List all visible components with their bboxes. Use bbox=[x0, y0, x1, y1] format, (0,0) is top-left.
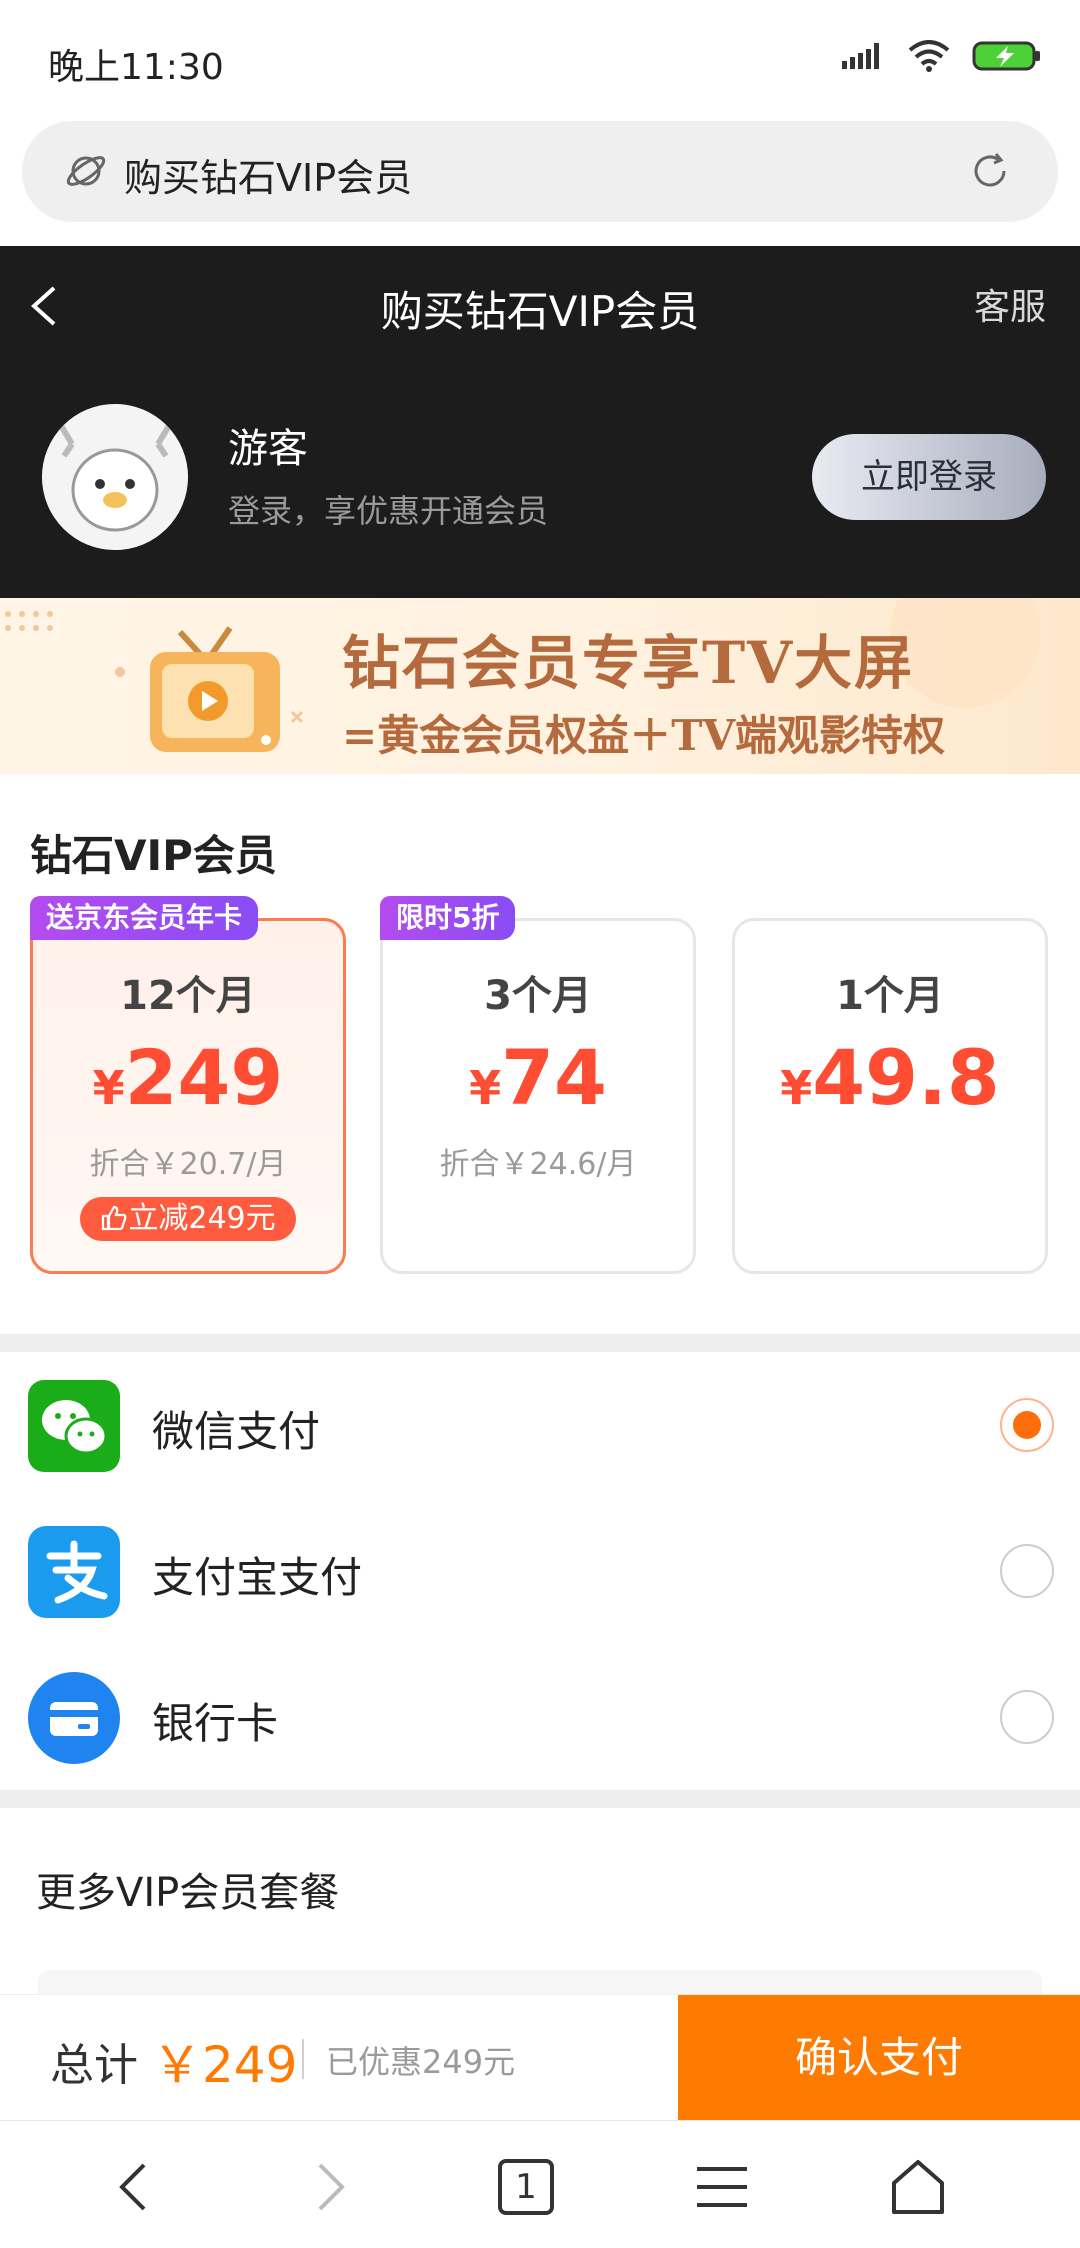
plan-discount-pill: 立减249元 bbox=[80, 1197, 296, 1241]
currency-symbol: ¥ bbox=[780, 1061, 813, 1115]
confirm-payment-button[interactable]: 确认支付 bbox=[678, 1995, 1080, 2121]
reload-icon[interactable] bbox=[970, 151, 1010, 191]
plan-card-12-months[interactable]: 12个月 ¥249 折合￥20.7/月 立减249元 bbox=[30, 918, 346, 1274]
home-icon bbox=[892, 2160, 944, 2214]
total-label: 总计 bbox=[50, 2040, 138, 2091]
separator bbox=[302, 2039, 304, 2079]
plan-price-value: 74 bbox=[501, 1033, 607, 1122]
plan-price-value: 49.8 bbox=[812, 1033, 1000, 1122]
checkout-bar: 总计 ￥249 已优惠249元 确认支付 bbox=[0, 1994, 1080, 2121]
section-divider bbox=[0, 1334, 1080, 1352]
nav-home-button[interactable] bbox=[882, 2151, 954, 2223]
section-divider bbox=[0, 1790, 1080, 1808]
payment-option-alipay[interactable]: 支付宝支付 bbox=[0, 1498, 1080, 1644]
radio-unselected[interactable] bbox=[1000, 1544, 1054, 1598]
bank-card-icon bbox=[28, 1672, 120, 1764]
radio-unselected[interactable] bbox=[1000, 1690, 1054, 1744]
plan-price: ¥249 bbox=[33, 1033, 343, 1122]
back-arrow-icon[interactable] bbox=[16, 276, 76, 336]
plan-price-value: 249 bbox=[124, 1033, 284, 1122]
customer-service-link[interactable]: 客服 bbox=[974, 278, 1046, 330]
banner-headline: 钻石会员专享TV大屏 bbox=[342, 629, 915, 697]
banner-subline: =黄金会员权益＋TV端观影特权 bbox=[342, 711, 946, 760]
payment-option-wechat[interactable]: 微信支付 bbox=[0, 1352, 1080, 1498]
promo-banner[interactable]: 钻石会员专享TV大屏 =黄金会员权益＋TV端观影特权 bbox=[0, 598, 1080, 774]
battery-charging-icon bbox=[972, 41, 1040, 71]
planet-icon bbox=[66, 156, 106, 186]
plan-monthly-note: 折合￥24.6/月 bbox=[439, 1147, 637, 1182]
payment-option-bank-card[interactable]: 银行卡 bbox=[0, 1644, 1080, 1790]
nav-forward-button[interactable] bbox=[294, 2151, 366, 2223]
plan-badge: 送京东会员年卡 bbox=[30, 896, 259, 940]
chevron-left-icon bbox=[119, 2163, 146, 2211]
tab-count: 1 bbox=[515, 2167, 537, 2207]
status-bar: 晚上11:30 bbox=[0, 0, 1080, 120]
plan-monthly-note: 折合￥20.7/月 bbox=[89, 1147, 287, 1182]
nav-tabs-button[interactable]: 1 bbox=[490, 2151, 562, 2223]
avatar bbox=[42, 404, 188, 550]
currency-symbol: ¥ bbox=[92, 1061, 125, 1115]
nav-menu-button[interactable] bbox=[686, 2151, 758, 2223]
wifi-icon bbox=[908, 40, 950, 72]
plans-section-title: 钻石VIP会员 bbox=[30, 831, 277, 880]
payment-label: 微信支付 bbox=[152, 1407, 321, 1456]
total-amount: ￥249 bbox=[152, 2036, 298, 2094]
mascot-icon bbox=[42, 404, 188, 550]
plan-price: ¥74 bbox=[383, 1033, 693, 1122]
signal-icon bbox=[842, 43, 879, 69]
plan-period: 3个月 bbox=[484, 973, 592, 1019]
thumbs-up-icon bbox=[102, 1205, 127, 1231]
saved-amount: 已优惠249元 bbox=[326, 2043, 516, 2081]
plan-badge: 限时5折 bbox=[380, 896, 516, 940]
login-hint: 登录，享优惠开通会员 bbox=[228, 492, 549, 530]
plan-price: ¥49.8 bbox=[735, 1033, 1045, 1122]
more-packages-title: 更多VIP会员套餐 bbox=[36, 1870, 340, 1916]
status-time: 晚上11:30 bbox=[48, 47, 224, 88]
user-name: 游客 bbox=[228, 426, 308, 472]
payment-label: 银行卡 bbox=[152, 1699, 279, 1748]
plan-period: 12个月 bbox=[120, 973, 256, 1019]
radio-selected[interactable] bbox=[1000, 1398, 1054, 1452]
address-bar[interactable]: 购买钻石VIP会员 bbox=[22, 121, 1058, 222]
wechat-pay-icon bbox=[28, 1380, 120, 1472]
nav-back-button[interactable] bbox=[98, 2151, 170, 2223]
plan-card-1-month[interactable]: 1个月 ¥49.8 bbox=[732, 918, 1048, 1274]
plan-card-3-months[interactable]: 3个月 ¥74 折合￥24.6/月 bbox=[380, 918, 696, 1274]
app-header: 购买钻石VIP会员 客服 游客 登录，享优惠开通会员 立即登录 bbox=[0, 246, 1080, 598]
page-title: 购买钻石VIP会员 bbox=[380, 287, 700, 336]
currency-symbol: ¥ bbox=[469, 1061, 502, 1115]
status-icons bbox=[842, 40, 1042, 72]
login-button[interactable]: 立即登录 bbox=[812, 434, 1046, 520]
browser-nav-bar: 1 bbox=[0, 2120, 1080, 2248]
dots-decoration-icon bbox=[5, 611, 53, 631]
tv-icon bbox=[115, 626, 304, 752]
chevron-right-icon bbox=[318, 2163, 345, 2211]
address-text: 购买钻石VIP会员 bbox=[124, 156, 413, 200]
plan-discount-text: 立减249元 bbox=[128, 1201, 276, 1236]
plan-period: 1个月 bbox=[836, 973, 944, 1019]
alipay-icon bbox=[28, 1526, 120, 1618]
payment-label: 支付宝支付 bbox=[152, 1553, 363, 1602]
menu-icon bbox=[697, 2167, 747, 2207]
